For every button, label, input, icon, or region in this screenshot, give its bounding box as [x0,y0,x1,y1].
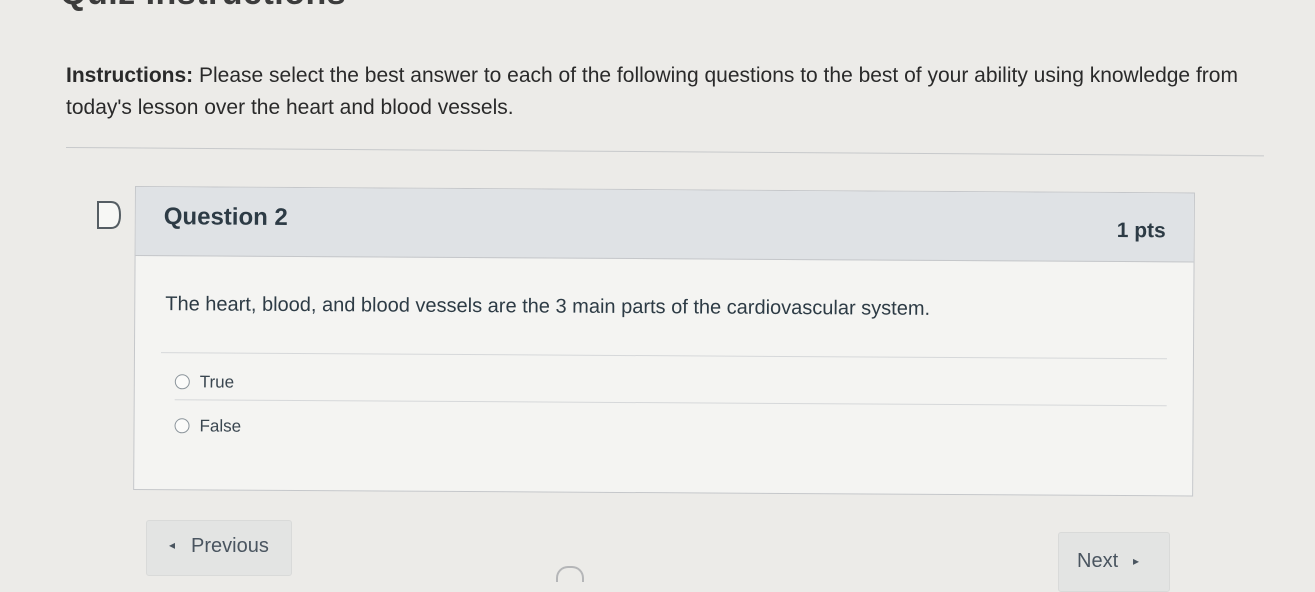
question-header: Question 2 1 pts [135,187,1194,263]
next-button[interactable]: Next ▸ [1058,532,1170,592]
previous-button[interactable]: ◂ Previous [146,520,292,576]
next-label: Next [1077,550,1119,572]
answer-label-true[interactable]: True [200,372,234,392]
question-divider [160,352,1167,360]
answer-label-false[interactable]: False [199,416,241,436]
radio-false[interactable] [174,418,190,434]
instructions-label: Instructions: [66,64,194,87]
question-points: 1 pts [1116,218,1166,243]
instructions-block: Instructions: Please select the best ans… [66,60,1281,124]
question-card: Question 2 1 pts The heart, blood, and b… [133,186,1195,497]
radio-true[interactable] [174,374,190,390]
answer-option-false[interactable]: False [174,409,1166,449]
answer-option-true[interactable]: True [174,365,1167,407]
previous-label: Previous [191,535,269,557]
flag-question-icon[interactable] [96,200,122,230]
question-text: The heart, blood, and blood vessels are … [165,293,931,320]
chevron-left-icon: ◂ [169,538,176,552]
mouse-cursor-icon [556,566,584,582]
chevron-right-icon: ▸ [1133,554,1140,568]
question-title: Question 2 [163,203,288,231]
divider [65,147,1264,157]
instructions-text: Please select the best answer to each of… [66,64,1238,119]
page-heading: Quiz Instructions [60,0,346,13]
